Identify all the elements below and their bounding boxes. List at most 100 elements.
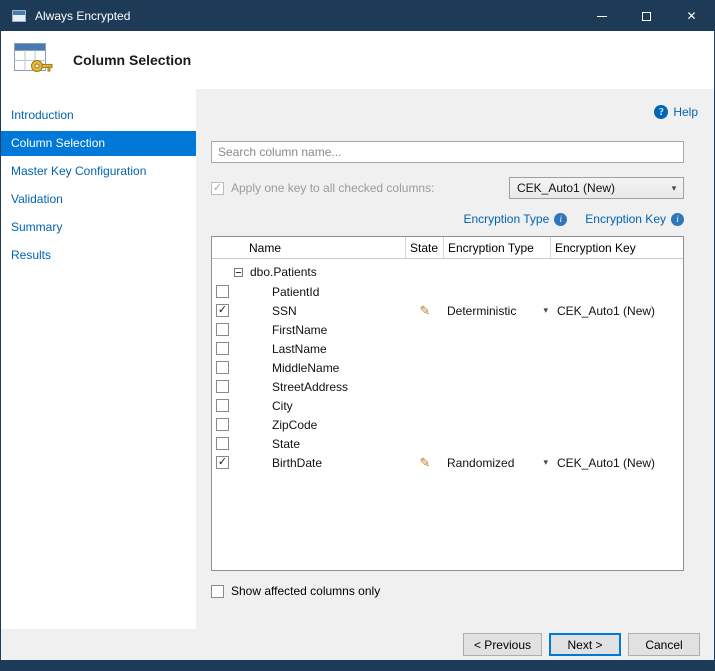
row-checkbox[interactable] bbox=[216, 342, 229, 355]
column-name: State bbox=[272, 437, 300, 451]
always-encrypted-window: Always Encrypted ✕ Column Selection bbox=[0, 0, 715, 671]
encryption-type-info-icon[interactable]: i bbox=[554, 213, 567, 226]
column-name: SSN bbox=[272, 304, 297, 318]
table-row[interactable]: FirstName bbox=[212, 320, 683, 339]
footer-buttons: < Previous Next > Cancel bbox=[1, 629, 714, 660]
sidebar-item-column-selection[interactable]: Column Selection bbox=[1, 131, 196, 156]
table-group-row[interactable]: dbo.Patients bbox=[212, 262, 683, 282]
dropdown-icon[interactable]: ▾ bbox=[543, 457, 548, 468]
sidebar-item-introduction[interactable]: Introduction bbox=[1, 103, 196, 128]
name-cell: MiddleName bbox=[212, 361, 406, 375]
minimize-icon bbox=[597, 16, 607, 17]
state-cell: ✎ bbox=[406, 455, 444, 471]
encryption-key-cell[interactable]: CEK_Auto1 (New) bbox=[551, 304, 683, 318]
bottom-chrome-strip bbox=[1, 660, 714, 670]
table-header: Name State Encryption Type Encryption Ke… bbox=[212, 237, 683, 259]
encryption-type-link[interactable]: Encryption Type bbox=[463, 212, 549, 226]
maximize-button[interactable] bbox=[624, 1, 669, 31]
wizard-body: Introduction Column Selection Master Key C… bbox=[1, 89, 714, 629]
columns-table: Name State Encryption Type Encryption Ke… bbox=[211, 236, 684, 571]
name-cell: LastName bbox=[212, 342, 406, 356]
row-checkbox[interactable] bbox=[216, 361, 229, 374]
show-affected-checkbox[interactable] bbox=[211, 585, 224, 598]
table-body: dbo.Patients PatientId ✓ SSN ✎ Deterministic… bbox=[212, 259, 683, 570]
pencil-icon: ✎ bbox=[420, 303, 431, 318]
close-icon: ✕ bbox=[686, 9, 696, 23]
window-controls: ✕ bbox=[579, 1, 714, 31]
header-encryption-type: Encryption Type bbox=[444, 237, 551, 258]
row-checkbox[interactable] bbox=[216, 380, 229, 393]
row-checkbox[interactable]: ✓ bbox=[216, 456, 229, 469]
name-cell: ZipCode bbox=[212, 418, 406, 432]
encryption-type-value: Deterministic bbox=[447, 304, 516, 318]
row-checkbox[interactable]: ✓ bbox=[216, 304, 229, 317]
group-label: dbo.Patients bbox=[250, 265, 317, 279]
table-row[interactable]: ✓ SSN ✎ Deterministic ▾ CEK_Auto1 (New) bbox=[212, 301, 683, 320]
sidebar-item-validation[interactable]: Validation bbox=[1, 187, 196, 212]
sidebar-nav: Introduction Column Selection Master Key C… bbox=[1, 89, 196, 629]
tree-collapse-icon[interactable] bbox=[234, 268, 243, 277]
page-title: Column Selection bbox=[73, 52, 191, 68]
wizard-header: Column Selection bbox=[1, 31, 714, 89]
column-name: FirstName bbox=[272, 323, 327, 337]
minimize-button[interactable] bbox=[579, 1, 624, 31]
row-checkbox[interactable] bbox=[216, 399, 229, 412]
column-name: City bbox=[272, 399, 293, 413]
column-links-row: Encryption Type i Encryption Key i bbox=[211, 211, 684, 227]
dropdown-icon[interactable]: ▾ bbox=[543, 305, 548, 316]
apply-key-checkbox[interactable]: ✓ bbox=[211, 182, 224, 195]
sidebar-item-summary[interactable]: Summary bbox=[1, 215, 196, 240]
window-title: Always Encrypted bbox=[35, 9, 130, 23]
pencil-icon: ✎ bbox=[420, 455, 431, 470]
sidebar-item-master-key-configuration[interactable]: Master Key Configuration bbox=[1, 159, 196, 184]
table-row[interactable]: ZipCode bbox=[212, 415, 683, 434]
name-cell: ✓ BirthDate bbox=[212, 456, 406, 470]
name-cell: StreetAddress bbox=[212, 380, 406, 394]
apply-key-row: ✓ Apply one key to all checked columns: … bbox=[211, 177, 684, 199]
row-checkbox[interactable] bbox=[216, 418, 229, 431]
encryption-key-value: CEK_Auto1 (New) bbox=[557, 304, 655, 318]
row-checkbox[interactable] bbox=[216, 437, 229, 450]
encryption-type-cell[interactable]: Randomized▾ bbox=[444, 456, 551, 470]
name-cell: ✓ SSN bbox=[212, 304, 406, 318]
encryption-key-cell[interactable]: CEK_Auto1 (New) bbox=[551, 456, 683, 470]
search-input[interactable] bbox=[211, 141, 684, 163]
column-name: LastName bbox=[272, 342, 327, 356]
cek-combo[interactable]: CEK_Auto1 (New) ▾ bbox=[509, 177, 684, 199]
help-link[interactable]: ? Help bbox=[654, 105, 698, 119]
title-bar: Always Encrypted ✕ bbox=[1, 1, 714, 31]
main-panel: ? Help ✓ Apply one key to all checked co… bbox=[196, 89, 714, 629]
name-cell: PatientId bbox=[212, 285, 406, 299]
row-checkbox[interactable] bbox=[216, 285, 229, 298]
column-name: ZipCode bbox=[272, 418, 317, 432]
maximize-icon bbox=[642, 12, 651, 21]
header-name: Name bbox=[212, 237, 406, 258]
help-icon: ? bbox=[654, 105, 668, 119]
next-button[interactable]: Next > bbox=[549, 633, 621, 656]
table-row[interactable]: City bbox=[212, 396, 683, 415]
table-row[interactable]: PatientId bbox=[212, 282, 683, 301]
table-row[interactable]: LastName bbox=[212, 339, 683, 358]
table-row[interactable]: StreetAddress bbox=[212, 377, 683, 396]
encryption-key-info-icon[interactable]: i bbox=[671, 213, 684, 226]
column-name: BirthDate bbox=[272, 456, 322, 470]
previous-button[interactable]: < Previous bbox=[463, 633, 542, 656]
close-button[interactable]: ✕ bbox=[669, 1, 714, 31]
encryption-type-cell[interactable]: Deterministic ▾ bbox=[444, 304, 551, 318]
header-encryption-key: Encryption Key bbox=[551, 237, 683, 258]
column-name: StreetAddress bbox=[272, 380, 348, 394]
show-affected-label: Show affected columns only bbox=[231, 584, 380, 598]
cancel-button[interactable]: Cancel bbox=[628, 633, 700, 656]
row-checkbox[interactable] bbox=[216, 323, 229, 336]
encryption-key-value: CEK_Auto1 (New) bbox=[557, 456, 655, 470]
encryption-key-link[interactable]: Encryption Key bbox=[585, 212, 666, 226]
sidebar-item-results[interactable]: Results bbox=[1, 243, 196, 268]
table-row[interactable]: MiddleName bbox=[212, 358, 683, 377]
name-cell: City bbox=[212, 399, 406, 413]
table-row[interactable]: ✓ BirthDate ✎ Randomized▾ CEK_Auto1 (New) bbox=[212, 453, 683, 472]
cek-combo-value: CEK_Auto1 (New) bbox=[517, 181, 615, 195]
header-state: State bbox=[406, 237, 444, 258]
table-row[interactable]: State bbox=[212, 434, 683, 453]
show-affected-row: Show affected columns only bbox=[211, 584, 684, 598]
state-cell: ✎ bbox=[406, 303, 444, 319]
